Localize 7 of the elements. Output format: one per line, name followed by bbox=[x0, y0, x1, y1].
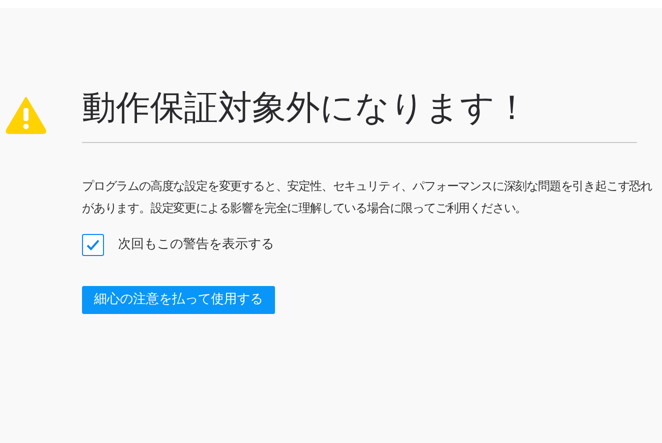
page-title: 動作保証対象外になります！ bbox=[82, 87, 530, 130]
warning-icon bbox=[5, 96, 47, 134]
check-icon bbox=[86, 239, 100, 251]
checkbox[interactable] bbox=[82, 234, 104, 256]
checkbox-label: 次回もこの警告を表示する bbox=[118, 236, 274, 254]
warning-text: プログラムの高度な設定を変更すると、安定性、セキュリティ、パフォーマンスに深刻な問題を引き起こす恐れがあります。設定変更による影響を完全に理解している場合に限ってご利用ください。 bbox=[82, 178, 654, 217]
accept-risk-button[interactable]: 細心の注意を払って使用する bbox=[82, 286, 275, 314]
